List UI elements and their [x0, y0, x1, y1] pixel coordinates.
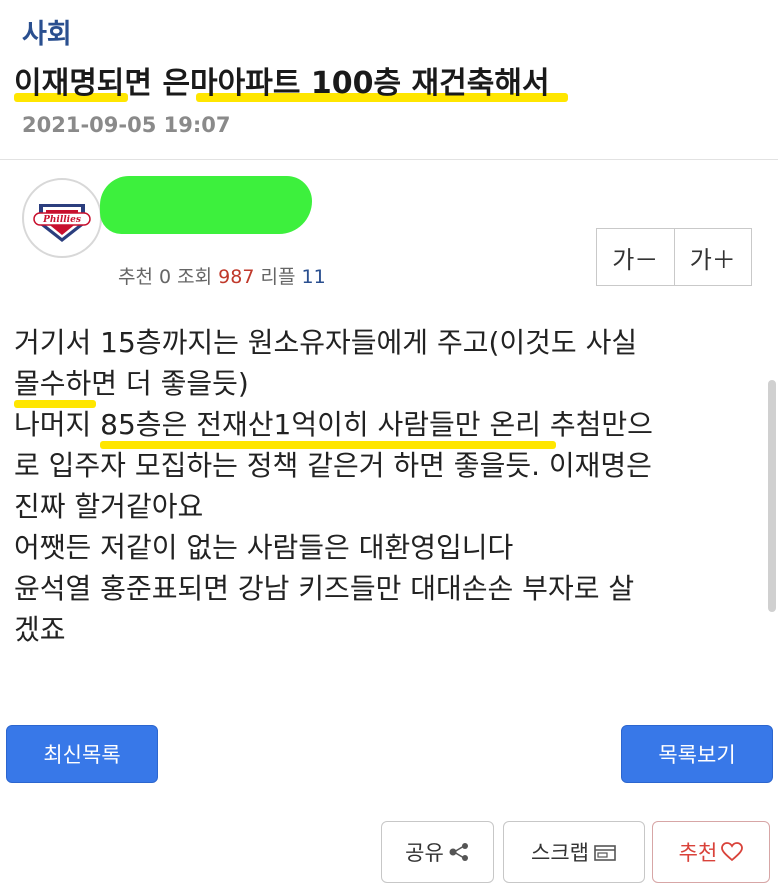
body-line: 로 입주자 모집하는 정책 같은거 하면 좋을듯. 이재명은 [14, 449, 652, 482]
post-body: 거기서 15층까지는 원소유자들에게 주고(이것도 사실 몰수하면 더 좋을듯)… [14, 322, 766, 650]
heart-icon [721, 842, 744, 862]
post-header: 사회 이재명되면 은마아파트 100층 재건축해서 2021-09-05 19:… [0, 0, 778, 160]
window-icon [594, 845, 616, 861]
recent-list-button[interactable]: 최신목록 [6, 725, 158, 783]
body-line: 나머지 85층은 전재산1억이히 사람들만 온리 추첨만으 [14, 408, 653, 441]
replies-label: 리플 [260, 266, 296, 288]
view-list-button[interactable]: 목록보기 [621, 725, 773, 783]
replies-count: 11 [301, 266, 326, 288]
phillies-logo-icon: Phillies [26, 182, 98, 254]
author-name-redacted [100, 176, 312, 234]
body-line: 몰수하면 더 좋을듯) [14, 367, 249, 400]
font-decrease-button[interactable]: 가－ [597, 229, 674, 285]
recommend-button-label: 추천 [678, 841, 718, 865]
avatar-logo-text: Phillies [42, 215, 81, 225]
scrollbar[interactable] [768, 380, 776, 612]
body-line: 진짜 할거같아요 [14, 490, 204, 523]
recommend-button[interactable]: 추천 [652, 821, 770, 883]
body-line: 거기서 15층까지는 원소유자들에게 주고(이것도 사실 [14, 326, 638, 359]
views-label: 조회 [177, 266, 213, 288]
share-label: 공유 [405, 841, 444, 865]
recommend-label: 추천 [118, 266, 153, 288]
category-label[interactable]: 사회 [22, 12, 72, 51]
post-stats: 추천 0 조회 987 리플 11 [118, 262, 326, 289]
share-nodes-icon [449, 843, 468, 861]
scrap-button[interactable]: 스크랩 [503, 821, 645, 883]
views-count: 987 [218, 266, 255, 288]
body-line: 어쨋든 저같이 없는 사람들은 대환영입니다 [14, 531, 514, 564]
post-date: 2021-09-05 19:07 [22, 113, 231, 137]
body-line: 겠죠 [14, 613, 66, 646]
recommend-count: 0 [159, 266, 172, 288]
post-title: 이재명되면 은마아파트 100층 재건축해서 [14, 66, 550, 101]
scrap-label: 스크랩 [531, 841, 589, 865]
share-button[interactable]: 공유 [381, 821, 494, 883]
avatar[interactable]: Phillies [22, 178, 102, 258]
body-line: 윤석열 홍준표되면 강남 키즈들만 대대손손 부자로 살 [14, 572, 635, 605]
font-size-control: 가－ 가＋ [596, 228, 752, 286]
font-increase-button[interactable]: 가＋ [673, 229, 752, 285]
